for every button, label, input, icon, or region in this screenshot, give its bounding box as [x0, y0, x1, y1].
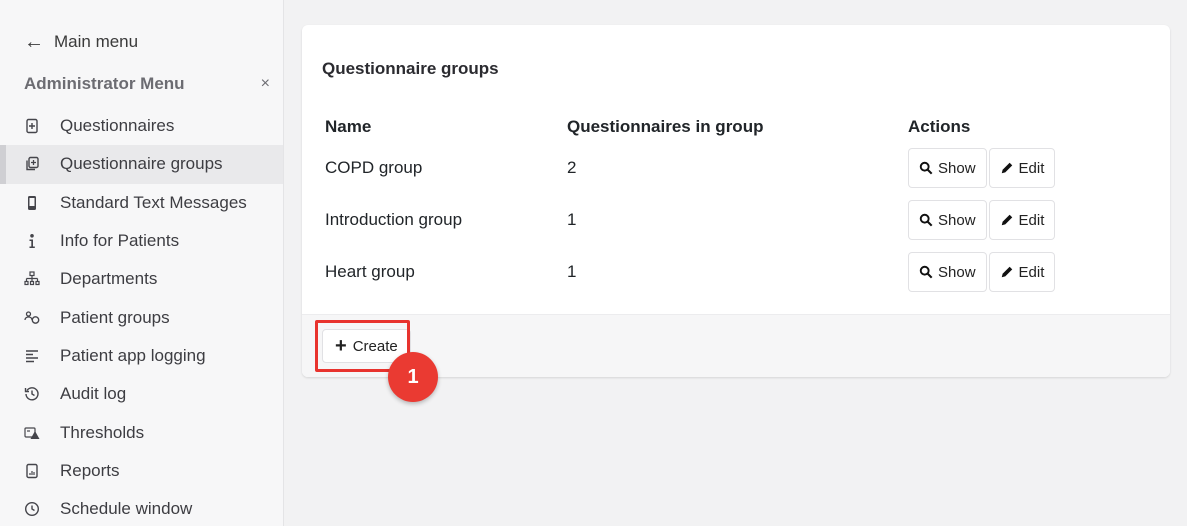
- table-row: COPD group 2 Show Edit: [320, 142, 1113, 194]
- sidebar-item-questionnaires[interactable]: Questionnaires: [0, 107, 283, 145]
- table-row: Heart group 1 Show Edit: [320, 246, 1113, 298]
- sidebar-item-questionnaire-groups[interactable]: Questionnaire groups: [0, 145, 283, 184]
- report-icon: [24, 463, 40, 479]
- menu-header: Administrator Menu ×: [24, 74, 270, 94]
- sidebar-item-label: Questionnaire groups: [60, 154, 223, 174]
- copy-group-icon: [24, 156, 40, 172]
- group-name: Heart group: [325, 262, 415, 281]
- sidebar-item-label: Reports: [60, 460, 120, 480]
- groups-table: Name Questionnaires in group Actions COP…: [320, 112, 1113, 298]
- search-icon: [919, 161, 933, 175]
- show-button[interactable]: Show: [908, 148, 987, 188]
- edit-button[interactable]: Edit: [988, 252, 1056, 292]
- sidebar-item-patient-app-logging[interactable]: Patient app logging: [0, 337, 283, 375]
- group-count: 1: [567, 210, 577, 229]
- show-label: Show: [938, 211, 976, 229]
- info-icon: [24, 233, 40, 249]
- sidebar-item-patient-groups[interactable]: Patient groups: [0, 298, 283, 336]
- search-icon: [919, 265, 933, 279]
- column-header-name: Name: [325, 117, 372, 136]
- sidebar-item-thresholds[interactable]: Thresholds: [0, 413, 283, 451]
- edit-label: Edit: [1018, 263, 1045, 281]
- admin-nav: Questionnaires Questionnaire groups Stan…: [0, 107, 283, 526]
- sidebar-item-label: Thresholds: [60, 422, 145, 442]
- arrow-left-icon: ←: [24, 31, 44, 53]
- show-button[interactable]: Show: [908, 200, 987, 240]
- pencil-icon: [1001, 266, 1012, 278]
- sidebar-item-info-for-patients[interactable]: Info for Patients: [0, 222, 283, 260]
- edit-button[interactable]: Edit: [988, 200, 1056, 240]
- show-label: Show: [938, 263, 976, 281]
- plus-icon: +: [335, 335, 347, 357]
- group-name: COPD group: [325, 158, 423, 177]
- sidebar-item-departments[interactable]: Departments: [0, 260, 283, 298]
- sidebar-item-label: Standard Text Messages: [60, 192, 247, 212]
- main-menu-label: Main menu: [54, 32, 139, 51]
- show-label: Show: [938, 159, 976, 177]
- sidebar-item-label: Patient groups: [60, 307, 170, 327]
- group-count: 1: [567, 262, 577, 281]
- questionnaire-icon: [24, 118, 40, 134]
- sitemap-icon: [24, 271, 40, 287]
- show-button[interactable]: Show: [908, 252, 987, 292]
- users-icon: [24, 310, 40, 326]
- sidebar-item-label: Departments: [60, 269, 158, 289]
- sidebar-item-label: Info for Patients: [60, 231, 180, 251]
- history-icon: [24, 386, 40, 402]
- group-count: 2: [567, 158, 577, 177]
- questionnaire-groups-card: Questionnaire groups Name Questionnaires…: [302, 25, 1170, 377]
- sidebar-item-schedule-window[interactable]: Schedule window: [0, 490, 283, 526]
- phone-icon: [24, 195, 40, 211]
- sidebar-item-label: Schedule window: [60, 499, 193, 519]
- sidebar-item-audit-log[interactable]: Audit log: [0, 375, 283, 413]
- sidebar-item-standard-text-messages[interactable]: Standard Text Messages: [0, 184, 283, 222]
- sidebar-item-label: Audit log: [60, 384, 127, 404]
- sidebar-item-label: Patient app logging: [60, 345, 206, 365]
- sidebar-item-reports[interactable]: Reports: [0, 452, 283, 490]
- main-content: Questionnaire groups Name Questionnaires…: [284, 0, 1187, 526]
- row-actions: Show Edit: [903, 246, 1113, 298]
- close-icon[interactable]: ×: [261, 75, 270, 93]
- pencil-icon: [1001, 214, 1012, 226]
- row-actions: Show Edit: [903, 142, 1113, 194]
- row-actions: Show Edit: [903, 194, 1113, 246]
- edit-button[interactable]: Edit: [988, 148, 1056, 188]
- pencil-icon: [1001, 162, 1012, 174]
- column-header-actions: Actions: [908, 117, 971, 136]
- table-row: Introduction group 1 Show Edit: [320, 194, 1113, 246]
- sidebar-item-label: Questionnaires: [60, 116, 175, 136]
- group-name: Introduction group: [325, 210, 463, 229]
- main-menu-link[interactable]: ← Main menu: [24, 32, 138, 52]
- table-header-row: Name Questionnaires in group Actions: [320, 112, 1113, 142]
- create-label: Create: [352, 337, 398, 355]
- edit-label: Edit: [1018, 159, 1045, 177]
- step-badge: 1: [388, 352, 438, 402]
- edit-label: Edit: [1018, 211, 1045, 229]
- align-left-icon: [24, 348, 40, 364]
- page-title: Questionnaire groups: [322, 59, 499, 78]
- menu-title: Administrator Menu: [24, 74, 185, 93]
- clock-icon: [24, 501, 40, 517]
- threshold-icon: [24, 425, 40, 441]
- sidebar: ← Main menu Administrator Menu × Questio…: [0, 0, 284, 526]
- column-header-count: Questionnaires in group: [567, 117, 764, 136]
- search-icon: [919, 213, 933, 227]
